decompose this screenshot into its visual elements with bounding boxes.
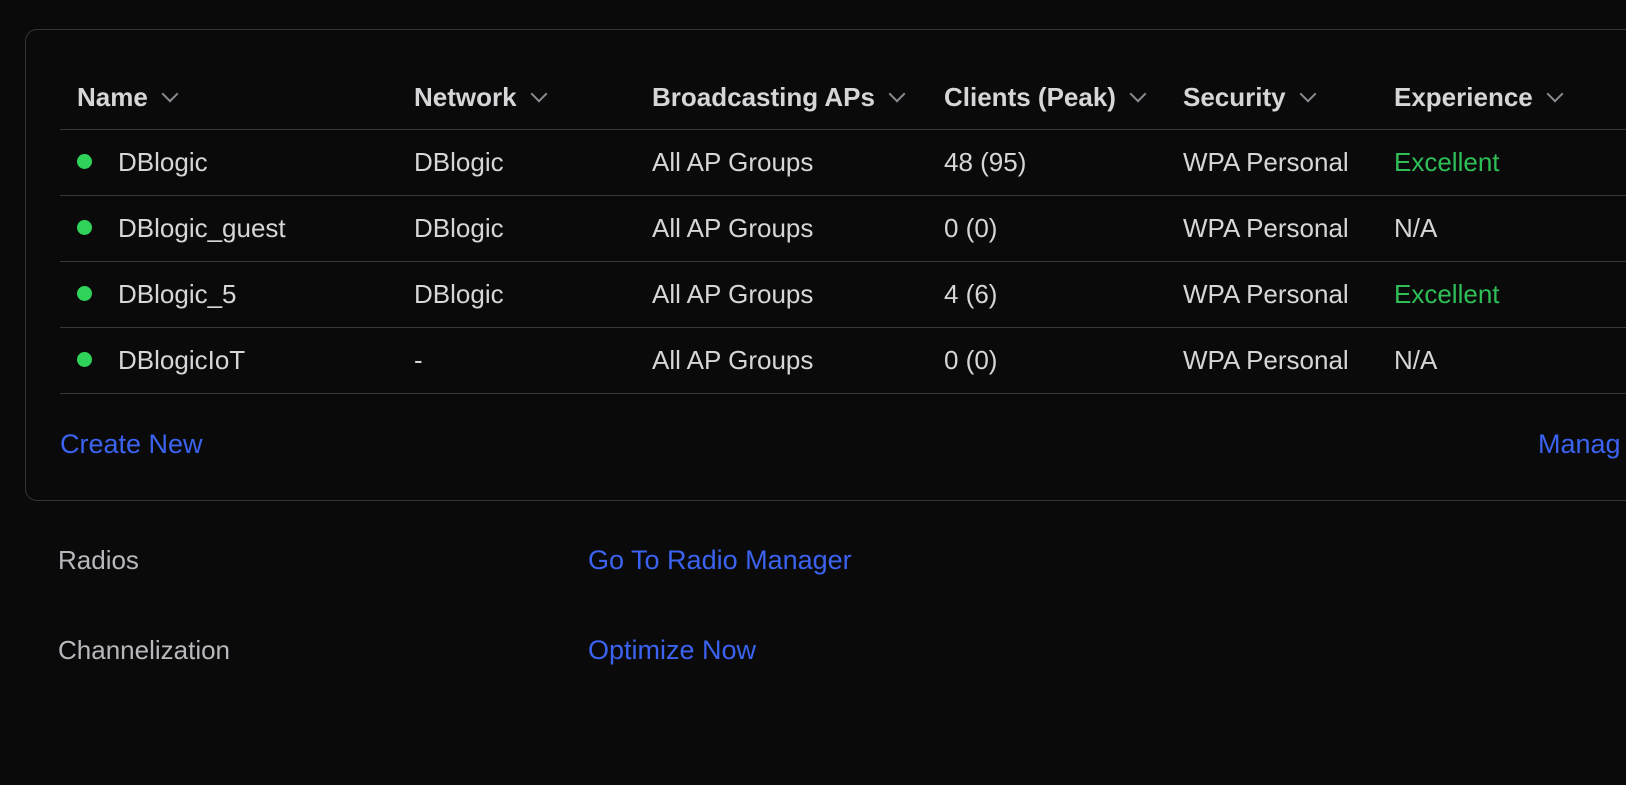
cell-security: WPA Personal <box>1183 195 1394 262</box>
table-row[interactable]: DBlogic_guest DBlogic All AP Groups 0 (0… <box>60 195 1626 262</box>
column-label: Clients (Peak) <box>944 81 1116 112</box>
chevron-down-icon <box>530 85 548 102</box>
cell-network: - <box>414 327 652 394</box>
cell-security: WPA Personal <box>1183 261 1394 328</box>
cell-broadcasting-aps: All AP Groups <box>652 327 944 394</box>
cell-experience: N/A <box>1394 327 1626 394</box>
column-label: Broadcasting APs <box>652 81 875 112</box>
cell-experience: Excellent <box>1394 261 1626 328</box>
network-name: DBlogic_5 <box>118 279 237 309</box>
cell-network: DBlogic <box>414 195 652 262</box>
network-name: DBlogic <box>118 147 208 177</box>
cell-network: DBlogic <box>414 129 652 196</box>
chevron-down-icon <box>1546 85 1564 102</box>
go-to-radio-manager-link[interactable]: Go To Radio Manager <box>588 545 852 576</box>
status-dot-icon <box>77 220 92 235</box>
status-dot-icon <box>77 154 92 169</box>
cell-name: DBlogic <box>60 129 414 196</box>
cell-name: DBlogic_5 <box>60 261 414 328</box>
chevron-down-icon <box>1299 85 1317 102</box>
column-header-broadcasting-aps[interactable]: Broadcasting APs <box>652 65 944 130</box>
cell-network: DBlogic <box>414 261 652 328</box>
cell-broadcasting-aps: All AP Groups <box>652 261 944 328</box>
cell-clients: 4 (6) <box>944 261 1183 328</box>
radios-label: Radios <box>58 545 139 575</box>
column-label: Experience <box>1394 81 1533 112</box>
network-name: DBlogic_guest <box>118 213 286 243</box>
cell-clients: 0 (0) <box>944 327 1183 394</box>
chevron-down-icon <box>888 85 906 102</box>
table-row[interactable]: DBlogic_5 DBlogic All AP Groups 4 (6) WP… <box>60 261 1626 328</box>
channelization-label: Channelization <box>58 635 231 665</box>
column-header-network[interactable]: Network <box>414 65 652 130</box>
network-name: DBlogicIoT <box>118 345 246 375</box>
create-new-link[interactable]: Create New <box>60 429 203 460</box>
cell-experience: Excellent <box>1394 129 1626 196</box>
column-label: Network <box>414 81 517 112</box>
column-header-security[interactable]: Security <box>1183 65 1394 130</box>
table-row[interactable]: DBlogicIoT - All AP Groups 0 (0) WPA Per… <box>60 327 1626 394</box>
column-label: Security <box>1183 81 1286 112</box>
chevron-down-icon <box>161 85 179 102</box>
cell-security: WPA Personal <box>1183 327 1394 394</box>
cell-broadcasting-aps: All AP Groups <box>652 195 944 262</box>
column-header-name[interactable]: Name <box>60 65 414 130</box>
optimize-now-link[interactable]: Optimize Now <box>588 635 756 666</box>
table-header-row: Name Network Broadcasting APs Clients (P… <box>60 65 1626 130</box>
cell-security: WPA Personal <box>1183 129 1394 196</box>
cell-name: DBlogic_guest <box>60 195 414 262</box>
cell-clients: 0 (0) <box>944 195 1183 262</box>
column-header-clients-peak[interactable]: Clients (Peak) <box>944 65 1183 130</box>
column-label: Name <box>77 81 148 112</box>
cell-experience: N/A <box>1394 195 1626 262</box>
table-row[interactable]: DBlogic DBlogic All AP Groups 48 (95) WP… <box>60 129 1626 196</box>
wifi-networks-table: Name Network Broadcasting APs Clients (P… <box>60 65 1626 394</box>
cell-name: DBlogicIoT <box>60 327 414 394</box>
manage-link[interactable]: Manag <box>1538 429 1621 460</box>
cell-clients: 48 (95) <box>944 129 1183 196</box>
column-header-experience[interactable]: Experience <box>1394 65 1626 130</box>
status-dot-icon <box>77 286 92 301</box>
cell-broadcasting-aps: All AP Groups <box>652 129 944 196</box>
chevron-down-icon <box>1129 85 1147 102</box>
status-dot-icon <box>77 352 92 367</box>
